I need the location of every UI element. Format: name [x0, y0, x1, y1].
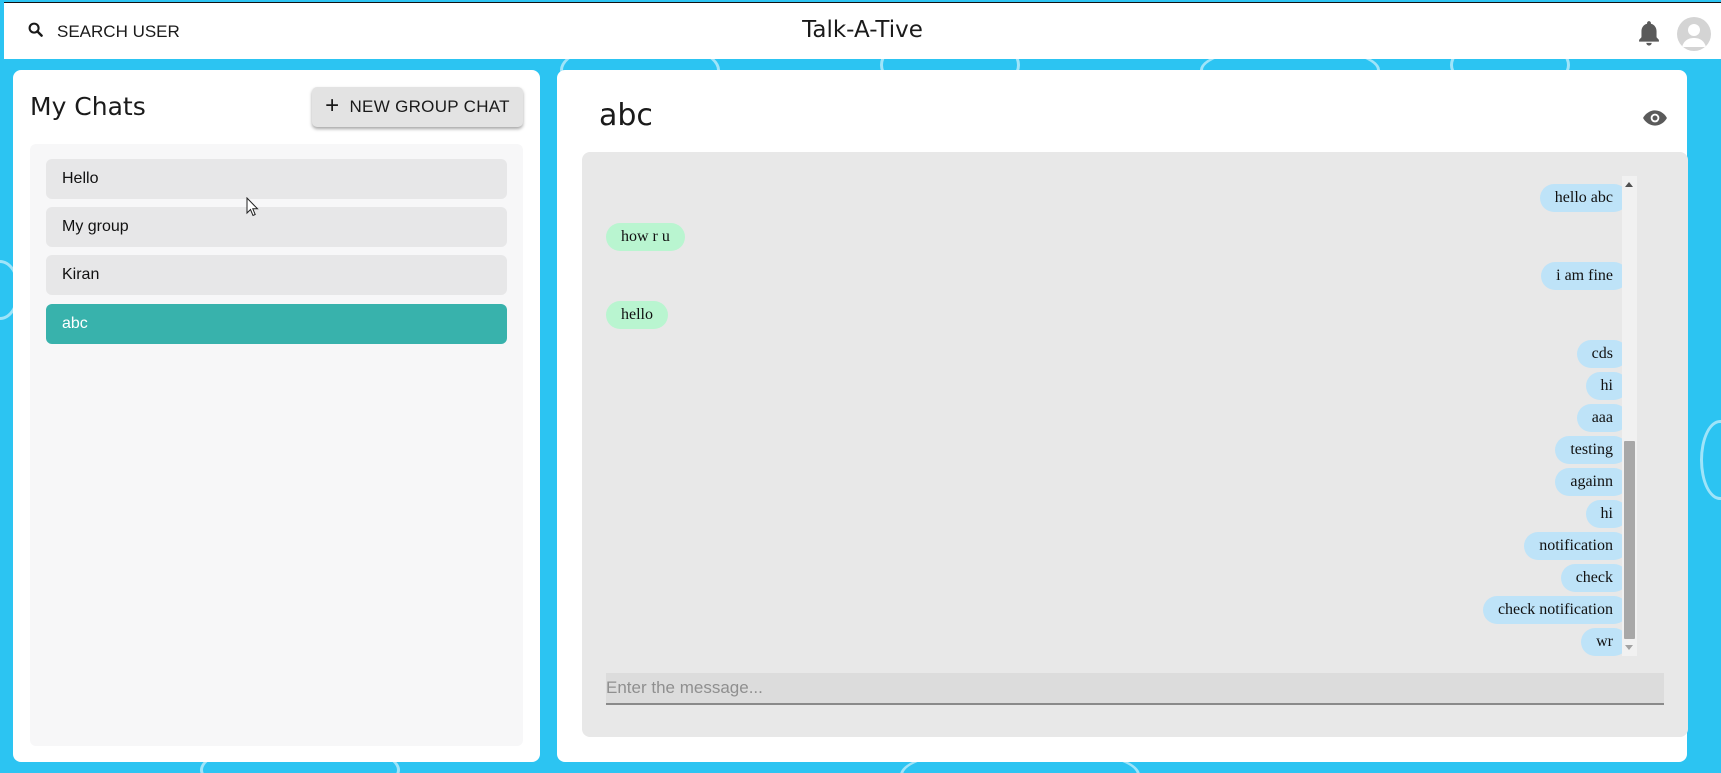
chat-item-label: abc	[62, 315, 88, 332]
search-icon	[28, 22, 43, 42]
scroll-down-icon[interactable]	[1625, 645, 1633, 650]
message-bubble-sent: cds	[1576, 340, 1628, 368]
message-bubble-received: how r u	[606, 223, 685, 251]
messages-area: hello abc how r u i am fine hello cds hi…	[582, 152, 1688, 737]
message-bubble-sent: check notification	[1482, 596, 1628, 624]
my-chats-panel: My Chats + NEW GROUP CHAT Hello My group…	[13, 70, 540, 762]
search-user-button[interactable]: SEARCH USER	[28, 19, 180, 45]
plus-icon: +	[325, 92, 340, 119]
message-bubble-sent: check	[1560, 564, 1628, 592]
chat-panel: abc hello abc how r u i am fine hello cd…	[557, 70, 1688, 762]
bell-icon[interactable]	[1636, 19, 1662, 47]
top-bar: SEARCH USER Talk-A-Tive	[4, 2, 1721, 59]
message-bubble-sent: againn	[1555, 468, 1628, 496]
message-bubble-received: hello	[606, 301, 668, 329]
eye-icon	[1643, 110, 1667, 126]
chat-title: abc	[599, 98, 653, 133]
chat-item-hello[interactable]: Hello	[46, 159, 507, 199]
scroll-up-icon[interactable]	[1625, 182, 1633, 187]
message-bubble-sent: aaa	[1576, 404, 1628, 432]
mouse-cursor-icon	[246, 197, 259, 217]
message-bubble-sent: hello abc	[1539, 184, 1628, 212]
chat-item-my-group[interactable]: My group	[46, 207, 507, 247]
message-bubble-sent: wr	[1581, 628, 1628, 656]
message-input[interactable]	[606, 673, 1664, 705]
message-bubble-sent: testing	[1555, 436, 1628, 464]
message-bubble-sent: notification	[1524, 532, 1628, 560]
chat-item-abc[interactable]: abc	[46, 304, 507, 344]
avatar[interactable]	[1677, 17, 1711, 51]
app-title: Talk-A-Tive	[802, 17, 923, 43]
message-scrollbar[interactable]	[1622, 176, 1637, 656]
scrollbar-thumb[interactable]	[1624, 441, 1635, 639]
chat-item-label: My group	[62, 218, 129, 235]
message-bubble-sent: i am fine	[1541, 262, 1628, 290]
view-profile-button[interactable]	[1637, 102, 1673, 134]
chat-item-label: Hello	[62, 170, 99, 187]
new-group-chat-label: NEW GROUP CHAT	[349, 97, 510, 116]
chat-item-label: Kiran	[62, 266, 100, 283]
search-user-label: SEARCH USER	[57, 22, 180, 41]
my-chats-title: My Chats	[30, 92, 146, 121]
chat-list: Hello My group Kiran abc	[30, 144, 523, 746]
new-group-chat-button[interactable]: + NEW GROUP CHAT	[312, 87, 523, 127]
message-list[interactable]: hello abc how r u i am fine hello cds hi…	[606, 176, 1646, 656]
avatar-icon	[1682, 24, 1706, 47]
chat-item-kiran[interactable]: Kiran	[46, 255, 507, 295]
